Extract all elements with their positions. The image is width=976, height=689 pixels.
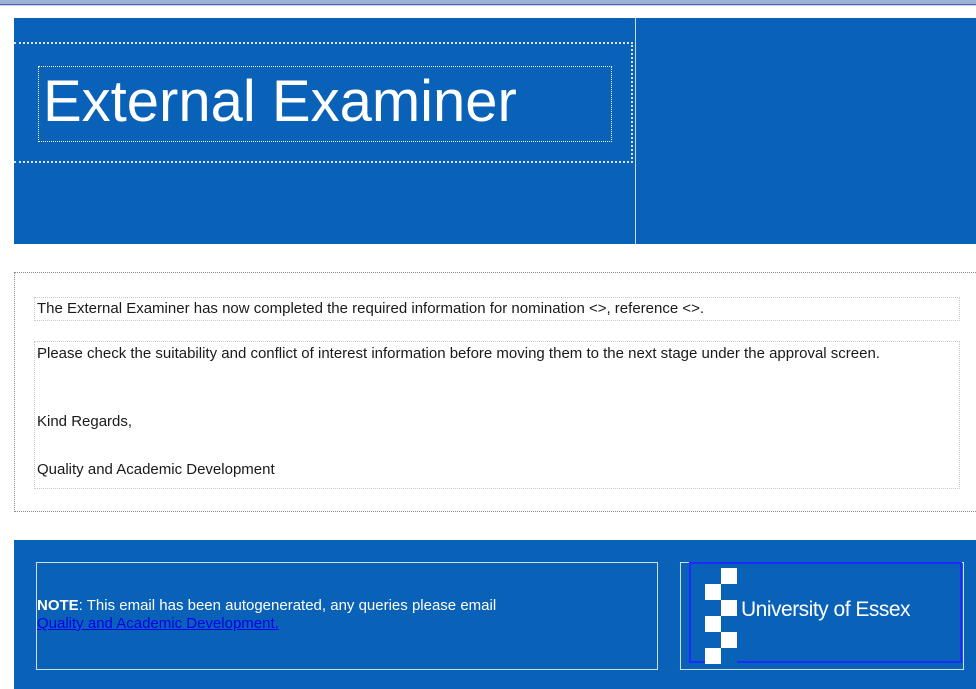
message-closing: Kind Regards, <box>37 413 133 430</box>
note-label: NOTE <box>37 597 79 614</box>
university-logo-text: University of Essex <box>741 598 911 621</box>
message-signature: Quality and Academic Development <box>37 461 275 478</box>
title-frame: External Examiner <box>38 66 612 142</box>
university-of-essex-logo[interactable]: University of Essex <box>689 562 962 664</box>
header-banner: External Examiner <box>14 18 976 244</box>
essex-checker-logo-icon <box>705 568 737 664</box>
top-border-highlight <box>0 5 976 6</box>
note-paragraph: NOTE: This email has been autogenerated,… <box>37 597 637 633</box>
message-line-2: Please check the suitability and conflic… <box>37 345 880 362</box>
quality-academic-development-link[interactable]: Quality and Academic Development. <box>37 615 279 632</box>
note-box: NOTE: This email has been autogenerated,… <box>36 562 658 670</box>
footer-banner: NOTE: This email has been autogenerated,… <box>14 540 976 689</box>
page-title: External Examiner <box>43 69 517 134</box>
message-paragraph-1: The External Examiner has now completed … <box>34 297 960 321</box>
message-body: The External Examiner has now completed … <box>14 272 976 512</box>
note-text: : This email has been autogenerated, any… <box>78 597 497 614</box>
header-divider <box>635 18 636 244</box>
message-paragraph-2: Please check the suitability and conflic… <box>34 341 960 489</box>
message-line-1: The External Examiner has now completed … <box>37 300 705 317</box>
